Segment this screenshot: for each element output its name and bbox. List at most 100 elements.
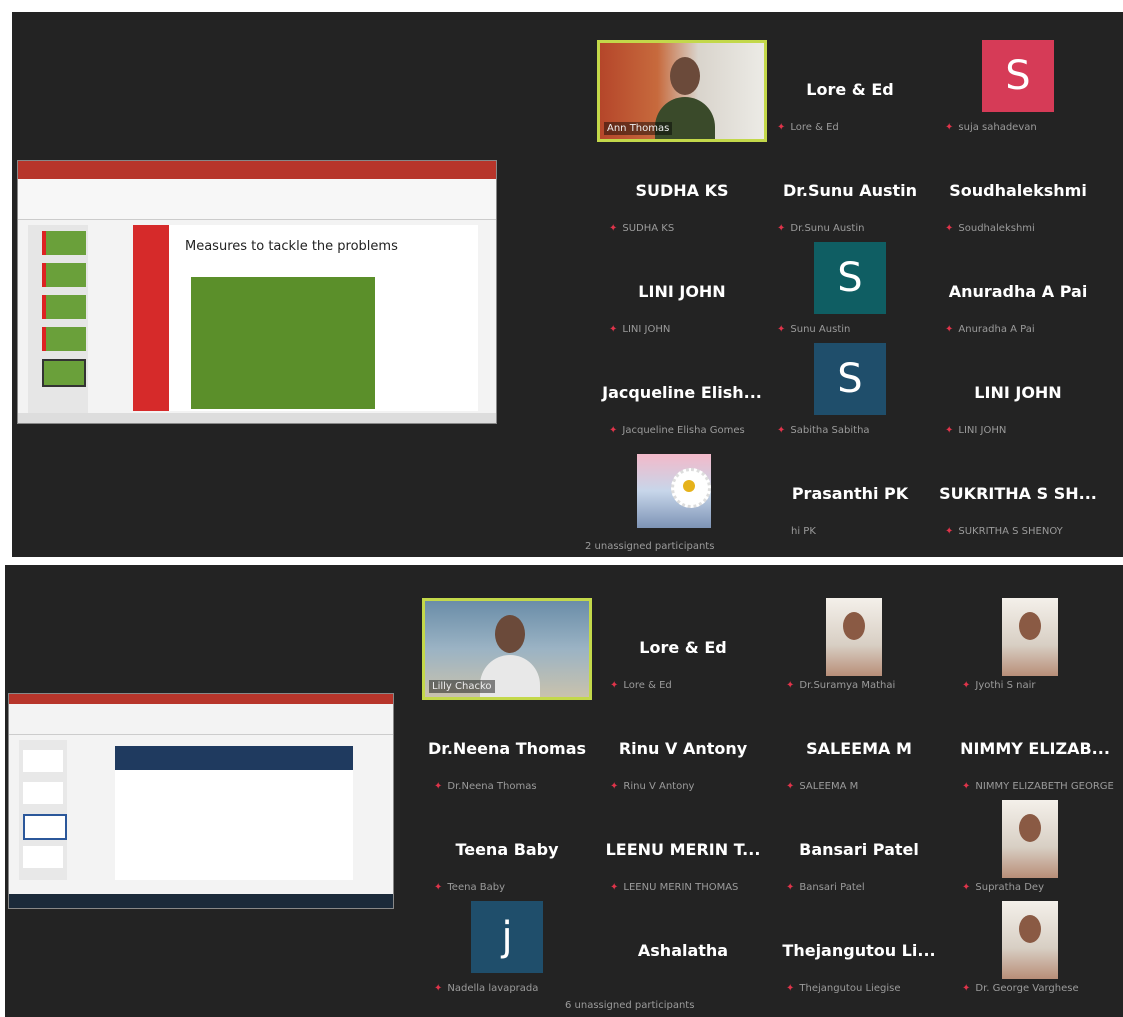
participant-face [495,615,525,653]
participant-label-text: Bansari Patel [799,882,865,893]
participant-display-name: Anuradha A Pai [948,282,1088,301]
participant-label-text: Teena Baby [447,882,506,893]
muted-mic-icon: ✦ [962,882,971,893]
participant-label-text: LINI JOHN [622,324,671,335]
participant-tile[interactable]: S ✦ Sunu Austin [765,242,935,342]
participant-label-text: LINI JOHN [958,425,1007,436]
participant-tile[interactable]: Teena Baby ✦ Teena Baby [422,800,592,900]
participant-tile[interactable]: ✦ Jyothi S nair [950,598,1120,698]
participant-initial-avatar: S [814,343,886,415]
participant-video-label: Lilly Chacko [429,680,495,693]
participant-photo [1002,901,1058,979]
participant-initial-avatar: j [471,901,543,973]
participant-tile[interactable]: LINI JOHN ✦ LINI JOHN [933,343,1103,443]
muted-mic-icon: ✦ [777,122,786,133]
screen-share-slide-top: Measures to tackle the problems [17,160,497,424]
muted-mic-icon: ✦ [962,680,971,691]
participant-tile[interactable]: SUDHA KS ✦ SUDHA KS [597,141,767,241]
muted-mic-icon: ✦ [777,425,786,436]
participant-label-text: Anuradha A Pai [958,324,1035,335]
participant-tile[interactable]: Bansari Patel ✦ Bansari Patel [774,800,944,900]
flower-avatar-icon [637,454,711,528]
participant-display-name: Prasanthi PK [791,484,909,503]
participant-name-label: ✦ LEENU MERIN THOMAS [610,882,738,893]
participant-tile[interactable]: ✦ Dr.Suramya Mathai [774,598,944,698]
participant-label-text: Rinu V Antony [623,781,695,792]
participant-name-label: ✦ Thejangutou Liegise [786,983,900,994]
muted-mic-icon: ✦ [434,882,443,893]
participant-tile[interactable] [597,444,767,544]
flower-center [683,480,695,492]
participant-label-text: Thejangutou Liegise [799,983,901,994]
participant-tile[interactable]: Thejangutou Li... ✦ Thejangutou Liegise [774,901,944,1001]
muted-mic-icon: ✦ [945,324,954,335]
participant-tile[interactable]: ✦ Supratha Dey [950,800,1120,900]
participant-name-label: ✦ Sabitha Sabitha [777,425,870,436]
participant-name-label: ✦ Nadella lavaprada [434,983,538,994]
participant-name-label: ✦ Lore & Ed [777,122,839,133]
participant-name-label: ✦ SUKRITHA S SHENOY [945,526,1063,537]
participant-label-text: SALEEMA M [799,781,859,792]
participant-name-label: hi PK [791,526,816,537]
participant-initial-avatar: S [982,40,1054,112]
participant-label-text: Sabitha Sabitha [790,425,870,436]
participant-label-text: Dr. George Varghese [975,983,1079,994]
participant-tile[interactable]: Lore & Ed ✦ Lore & Ed [765,40,935,140]
participant-tile[interactable]: Ashalatha [598,901,768,1001]
participant-display-name: Lore & Ed [639,638,727,657]
unassigned-participants-bottom: 6 unassigned participants [565,1000,695,1011]
participant-name-label: ✦ LINI JOHN [609,324,670,335]
muted-mic-icon: ✦ [609,324,618,335]
participant-name-label: ✦ Soudhalekshmi [945,223,1035,234]
participant-name-label: ✦ Dr.Neena Thomas [434,781,537,792]
participant-name-label: ✦ suja sahadevan [945,122,1037,133]
slide-title: Measures to tackle the problems [185,239,398,254]
participant-label-text: Soudhalekshmi [958,223,1035,234]
muted-mic-icon: ✦ [786,983,795,994]
participant-display-name: NIMMY ELIZAB... [960,739,1110,758]
participant-label-text: Dr.Neena Thomas [447,781,537,792]
muted-mic-icon: ✦ [777,223,786,234]
participant-tile[interactable]: LINI JOHN ✦ LINI JOHN [597,242,767,342]
participant-tile[interactable]: Ann Thomas [597,40,767,142]
participant-tile[interactable]: Lilly Chacko [422,598,592,700]
participant-label-text: hi PK [791,526,816,537]
muted-mic-icon: ✦ [786,781,795,792]
participant-tile[interactable]: SALEEMA M ✦ SALEEMA M [774,699,944,799]
participant-display-name: Teena Baby [455,840,559,859]
participant-tile[interactable]: S ✦ suja sahadevan [933,40,1103,140]
participant-display-name: Rinu V Antony [618,739,748,758]
participant-tile[interactable]: Prasanthi PK hi PK [765,444,935,544]
participant-name-label: ✦ Bansari Patel [786,882,865,893]
participant-tile[interactable]: ✦ Dr. George Varghese [950,901,1120,1001]
participant-tile[interactable]: SUKRITHA S SH... ✦ SUKRITHA S SHENOY [933,444,1103,544]
muted-mic-icon: ✦ [786,882,795,893]
participant-face [670,57,700,95]
participant-label-text: SUDHA KS [622,223,675,234]
participant-tile[interactable]: Lore & Ed ✦ Lore & Ed [598,598,768,698]
participant-display-name: SUDHA KS [635,181,729,200]
participant-display-name: Dr.Neena Thomas [427,739,587,758]
participant-tile[interactable]: Jacqueline Elish... ✦ Jacqueline Elisha Go… [597,343,767,443]
participant-display-name: LEENU MERIN T... [605,840,761,859]
participant-name-label: ✦ Anuradha A Pai [945,324,1035,335]
muted-mic-icon: ✦ [610,680,619,691]
participant-name-label: ✦ Jyothi S nair [962,680,1035,691]
participant-label-text: Dr.Sunu Austin [790,223,865,234]
participant-tile[interactable]: Soudhalekshmi ✦ Soudhalekshmi [933,141,1103,241]
participant-tile[interactable]: j ✦ Nadella lavaprada [422,901,592,1001]
participant-face [1019,612,1041,640]
participant-tile[interactable]: S ✦ Sabitha Sabitha [765,343,935,443]
participant-label-text: LEENU MERIN THOMAS [623,882,739,893]
participant-tile[interactable]: Anuradha A Pai ✦ Anuradha A Pai [933,242,1103,342]
participant-name-label: ✦ Sunu Austin [777,324,850,335]
participant-tile[interactable]: Rinu V Antony ✦ Rinu V Antony [598,699,768,799]
participant-video: Lilly Chacko [422,598,592,700]
participant-name-label: ✦ Dr. George Varghese [962,983,1079,994]
participant-tile[interactable]: Dr.Neena Thomas ✦ Dr.Neena Thomas [422,699,592,799]
participant-tile[interactable]: NIMMY ELIZAB... ✦ NIMMY ELIZABETH GEORGE [950,699,1120,799]
participant-photo [826,598,882,676]
participant-label-text: Dr.Suramya Mathai [799,680,896,691]
participant-tile[interactable]: LEENU MERIN T... ✦ LEENU MERIN THOMAS [598,800,768,900]
participant-tile[interactable]: Dr.Sunu Austin ✦ Dr.Sunu Austin [765,141,935,241]
